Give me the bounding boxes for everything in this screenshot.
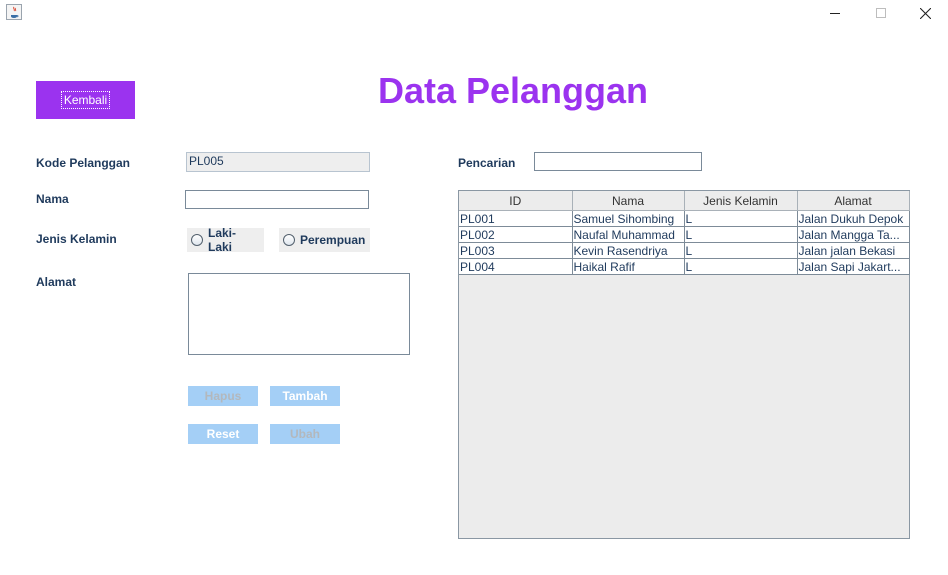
table-header-row: ID Nama Jenis Kelamin Alamat — [459, 191, 910, 211]
column-header-nama[interactable]: Nama — [572, 191, 685, 211]
table-cell: PL004 — [459, 258, 573, 275]
search-input[interactable] — [534, 152, 702, 171]
nama-label: Nama — [36, 192, 69, 206]
close-button[interactable] — [902, 0, 948, 26]
table-cell: L — [684, 242, 798, 259]
table-cell: Haikal Rafif — [572, 258, 685, 275]
tambah-button[interactable]: Tambah — [270, 386, 340, 406]
alamat-label: Alamat — [36, 275, 77, 289]
minimize-icon — [830, 13, 840, 14]
radio-circle-icon — [283, 234, 295, 246]
maximize-button[interactable] — [858, 0, 904, 26]
window-titlebar — [0, 0, 948, 26]
table-cell: L — [684, 258, 798, 275]
column-header-id[interactable]: ID — [459, 191, 573, 211]
table-cell: Jalan jalan Bekasi — [797, 242, 910, 259]
customer-table[interactable]: ID Nama Jenis Kelamin Alamat PL001 Samue… — [458, 190, 910, 539]
table-cell: PL001 — [459, 210, 573, 227]
hapus-button[interactable]: Hapus — [188, 386, 258, 406]
kode-pelanggan-label: Kode Pelanggan — [36, 156, 131, 170]
table-row[interactable]: PL002 Naufal Muhammad L Jalan Mangga Ta.… — [459, 226, 910, 243]
radio-perempuan-label: Perempuan — [300, 233, 366, 247]
column-header-jenis-kelamin[interactable]: Jenis Kelamin — [684, 191, 798, 211]
radio-laki-laki[interactable]: Laki-Laki — [187, 226, 264, 254]
table-cell: PL002 — [459, 226, 573, 243]
table-row[interactable]: PL001 Samuel Sihombing L Jalan Dukuh Dep… — [459, 210, 910, 227]
table-cell: L — [684, 210, 798, 227]
jenis-kelamin-label: Jenis Kelamin — [36, 232, 117, 246]
table-cell: Samuel Sihombing — [572, 210, 685, 227]
maximize-icon — [876, 8, 886, 18]
ubah-button[interactable]: Ubah — [270, 424, 340, 444]
nama-field[interactable] — [185, 190, 369, 209]
page-title: Data Pelanggan — [377, 70, 649, 111]
reset-button[interactable]: Reset — [188, 424, 258, 444]
radio-laki-laki-label: Laki-Laki — [208, 226, 237, 254]
java-app-icon — [6, 4, 22, 20]
column-header-alamat[interactable]: Alamat — [797, 191, 910, 211]
pencarian-label: Pencarian — [458, 156, 516, 170]
customer-table-grid: ID Nama Jenis Kelamin Alamat PL001 Samue… — [459, 191, 910, 275]
table-cell: Jalan Sapi Jakart... — [797, 258, 910, 275]
table-cell: Kevin Rasendriya — [572, 242, 685, 259]
table-cell: L — [684, 226, 798, 243]
close-icon — [919, 7, 931, 19]
table-cell: Jalan Dukuh Depok — [797, 210, 910, 227]
minimize-button[interactable] — [812, 0, 858, 26]
alamat-textarea[interactable] — [188, 273, 410, 355]
table-cell: PL003 — [459, 242, 573, 259]
table-cell: Jalan Mangga Ta... — [797, 226, 910, 243]
table-row[interactable]: PL004 Haikal Rafif L Jalan Sapi Jakart..… — [459, 258, 910, 275]
table-row[interactable]: PL003 Kevin Rasendriya L Jalan jalan Bek… — [459, 242, 910, 259]
radio-circle-icon — [191, 234, 203, 246]
radio-perempuan[interactable]: Perempuan — [279, 228, 370, 252]
kode-pelanggan-field[interactable]: PL005 — [186, 152, 370, 172]
table-cell: Naufal Muhammad — [572, 226, 685, 243]
